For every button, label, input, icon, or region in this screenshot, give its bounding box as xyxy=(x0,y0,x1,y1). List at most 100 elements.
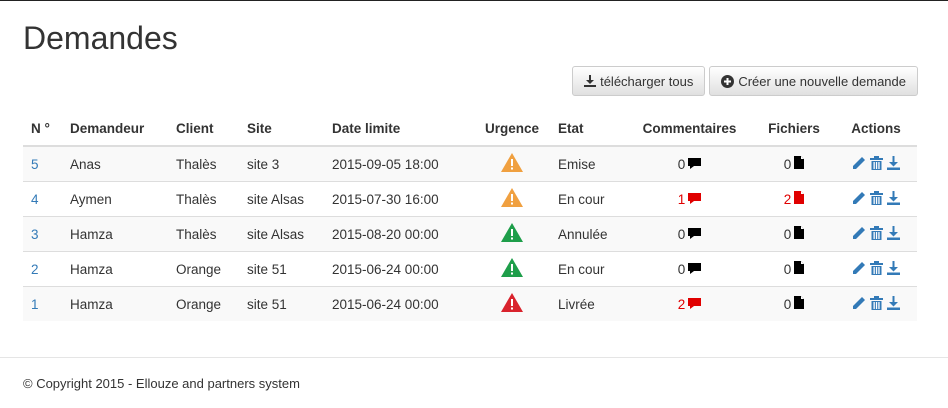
new-request-label: Créer une nouvelle demande xyxy=(738,73,906,89)
cell-deadline: 2015-08-20 00:00 xyxy=(324,216,474,252)
cell-deadline: 2015-07-30 16:00 xyxy=(324,181,474,217)
col-header-actions: Actions xyxy=(835,112,917,147)
cell-actions xyxy=(835,286,917,321)
files-count[interactable]: 0 xyxy=(784,226,805,242)
footer-divider xyxy=(0,357,948,358)
cell-deadline: 2015-06-24 00:00 xyxy=(324,286,474,321)
cell-num: 4 xyxy=(23,181,62,217)
request-link[interactable]: 5 xyxy=(31,157,39,172)
cell-site: site 51 xyxy=(239,251,324,287)
cell-deadline: 2015-09-05 18:00 xyxy=(324,145,474,182)
cell-status: Livrée xyxy=(550,286,626,321)
table-row[interactable]: 5 Anas Thalès site 3 2015-09-05 18:00 Em… xyxy=(23,145,917,182)
col-header-urgency[interactable]: Urgence xyxy=(474,112,550,147)
cell-comments: 1 xyxy=(626,181,753,217)
cell-files: 2 xyxy=(753,181,835,217)
trash-icon[interactable] xyxy=(870,155,883,173)
files-count-value: 0 xyxy=(783,226,792,242)
cell-client: Thalès xyxy=(168,145,239,182)
pencil-icon[interactable] xyxy=(852,296,866,313)
table-row[interactable]: 2 Hamza Orange site 51 2015-06-24 00:00 … xyxy=(23,251,917,287)
request-link[interactable]: 1 xyxy=(31,297,39,312)
pencil-icon[interactable] xyxy=(852,261,866,278)
col-header-files[interactable]: Fichiers xyxy=(753,112,835,147)
trash-icon[interactable] xyxy=(870,225,883,243)
cell-actions xyxy=(835,181,917,217)
request-link[interactable]: 3 xyxy=(31,227,39,242)
file-icon xyxy=(794,191,805,207)
download-all-label: télécharger tous xyxy=(600,73,694,89)
table-row[interactable]: 4 Aymen Thalès site Alsas 2015-07-30 16:… xyxy=(23,181,917,217)
cell-requester: Hamza xyxy=(62,216,168,252)
files-count[interactable]: 0 xyxy=(784,156,805,172)
cell-comments: 2 xyxy=(626,286,753,321)
cell-status: En cour xyxy=(550,181,626,217)
cell-site: site Alsas xyxy=(239,181,324,217)
page-title: Demandes xyxy=(23,20,178,56)
files-count[interactable]: 0 xyxy=(784,261,805,277)
cell-urgency xyxy=(474,251,550,287)
comments-count[interactable]: 2 xyxy=(678,297,702,312)
comments-count[interactable]: 0 xyxy=(678,157,702,172)
warning-triangle-icon xyxy=(501,258,523,280)
cell-client: Thalès xyxy=(168,181,239,217)
cell-site: site 3 xyxy=(239,145,324,182)
comments-count[interactable]: 0 xyxy=(678,227,702,242)
download-icon[interactable] xyxy=(887,155,900,173)
warning-triangle-icon xyxy=(501,293,523,315)
table-header-row: N ° Demandeur Client Site Date limite Ur… xyxy=(23,112,917,147)
file-icon xyxy=(794,226,805,242)
file-icon xyxy=(794,261,805,277)
comment-icon xyxy=(688,262,702,277)
cell-status: En cour xyxy=(550,251,626,287)
comments-count[interactable]: 0 xyxy=(678,262,702,277)
table-row[interactable]: 3 Hamza Thalès site Alsas 2015-08-20 00:… xyxy=(23,216,917,252)
cell-site: site Alsas xyxy=(239,216,324,252)
comments-count[interactable]: 1 xyxy=(678,192,702,207)
files-count[interactable]: 0 xyxy=(784,296,805,312)
col-header-client[interactable]: Client xyxy=(168,112,239,147)
cell-client: Orange xyxy=(168,251,239,287)
cell-requester: Anas xyxy=(62,145,168,182)
col-header-site[interactable]: Site xyxy=(239,112,324,147)
trash-icon[interactable] xyxy=(870,260,883,278)
plus-circle-icon xyxy=(721,74,735,88)
download-icon[interactable] xyxy=(887,225,900,243)
col-header-requester[interactable]: Demandeur xyxy=(62,112,168,147)
trash-icon[interactable] xyxy=(870,295,883,313)
col-header-comments[interactable]: Commentaires xyxy=(626,112,753,147)
cell-num: 3 xyxy=(23,216,62,252)
pencil-icon[interactable] xyxy=(852,191,866,208)
cell-files: 0 xyxy=(753,216,835,252)
request-link[interactable]: 2 xyxy=(31,262,39,277)
col-header-num[interactable]: N ° xyxy=(23,112,62,147)
comments-count-value: 0 xyxy=(677,261,686,277)
cell-requester: Hamza xyxy=(62,251,168,287)
files-count-value: 0 xyxy=(783,156,792,172)
pencil-icon[interactable] xyxy=(852,226,866,243)
col-header-status[interactable]: Etat xyxy=(550,112,626,147)
warning-triangle-icon xyxy=(501,223,523,245)
pencil-icon[interactable] xyxy=(852,156,866,173)
download-icon[interactable] xyxy=(887,295,900,313)
files-count[interactable]: 2 xyxy=(784,191,805,207)
cell-deadline: 2015-06-24 00:00 xyxy=(324,251,474,287)
new-request-button[interactable]: Créer une nouvelle demande xyxy=(709,66,918,96)
download-all-button[interactable]: télécharger tous xyxy=(572,66,706,96)
cell-requester: Hamza xyxy=(62,286,168,321)
table-row[interactable]: 1 Hamza Orange site 51 2015-06-24 00:00 … xyxy=(23,286,917,321)
cell-status: Emise xyxy=(550,145,626,182)
top-border xyxy=(0,0,948,1)
files-count-value: 0 xyxy=(783,261,792,277)
request-link[interactable]: 4 xyxy=(31,192,39,207)
files-count-value: 0 xyxy=(783,296,792,312)
comments-count-value: 0 xyxy=(677,156,686,172)
comment-icon xyxy=(688,227,702,242)
cell-status: Annulée xyxy=(550,216,626,252)
cell-comments: 0 xyxy=(626,251,753,287)
warning-triangle-icon xyxy=(501,188,523,210)
trash-icon[interactable] xyxy=(870,190,883,208)
col-header-deadline[interactable]: Date limite xyxy=(324,112,474,147)
download-icon[interactable] xyxy=(887,260,900,278)
download-icon[interactable] xyxy=(887,190,900,208)
